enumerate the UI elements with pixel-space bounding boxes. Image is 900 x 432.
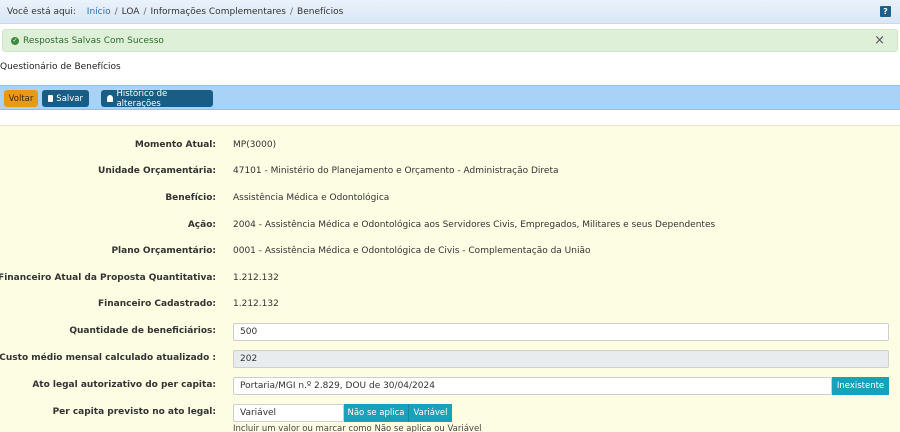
financeiro-cadastrado-value: 1.212.132 bbox=[233, 299, 279, 309]
beneficio-value: Assistência Médica e Odontológica bbox=[233, 193, 390, 203]
breadcrumb-item-beneficios: Benefícios bbox=[297, 6, 344, 17]
page-title: Questionário de Benefícios bbox=[0, 62, 121, 72]
momento-atual-value: MP(3000) bbox=[233, 140, 277, 150]
close-icon[interactable]: × bbox=[874, 34, 885, 48]
voltar-label: Voltar bbox=[8, 93, 34, 104]
ato-legal-input[interactable]: Portaria/MGI n.º 2.829, DOU de 30/04/202… bbox=[233, 377, 832, 395]
breadcrumb-item-inicio[interactable]: Início bbox=[87, 7, 111, 17]
nao-se-aplica-button[interactable]: Não se aplica bbox=[344, 404, 408, 422]
custo-medio-label: Custo médio mensal calculado atualizado … bbox=[0, 353, 216, 363]
ato-legal-label: Ato legal autorizativo do per capita: bbox=[32, 380, 216, 390]
unidade-value: 47101 - Ministério do Planejamento e Orç… bbox=[233, 166, 559, 176]
acao-value: 2004 - Assistência Médica e Odontológica… bbox=[233, 220, 716, 230]
check-circle-icon: ✓ bbox=[11, 36, 19, 45]
salvar-button[interactable]: Salvar bbox=[42, 90, 89, 107]
success-alert: ✓ Respostas Salvas Com Sucesso × bbox=[2, 29, 898, 52]
momento-atual-label: Momento Atual: bbox=[134, 140, 216, 150]
unidade-label: Unidade Orçamentária: bbox=[98, 166, 216, 176]
historico-label: Histórico de alterações bbox=[116, 88, 168, 109]
plano-label: Plano Orçamentário: bbox=[111, 246, 216, 256]
plano-value: 0001 - Assistência Médica e Odontológica… bbox=[233, 246, 591, 256]
salvar-label: Salvar bbox=[56, 93, 83, 104]
toolbar: Voltar Salvar Histórico de alterações bbox=[0, 85, 900, 110]
acao-label: Ação: bbox=[187, 220, 216, 230]
user-icon bbox=[107, 95, 114, 102]
breadcrumb-item-loa[interactable]: LOA bbox=[122, 7, 140, 17]
financeiro-atual-label: Financeiro Atual da Proposta Quantitativ… bbox=[0, 273, 216, 283]
breadcrumb: Você está aqui: Início / LOA / Informaçõ… bbox=[0, 0, 900, 24]
breadcrumb-item-informacoes[interactable]: Informações Complementares bbox=[151, 7, 287, 17]
help-icon[interactable]: ? bbox=[880, 6, 891, 17]
voltar-button[interactable]: Voltar bbox=[4, 90, 38, 107]
per-capita-help-text: Incluir um valor ou marcar como Não se a… bbox=[233, 424, 482, 432]
inexistente-button[interactable]: Inexistente bbox=[832, 377, 889, 395]
custo-medio-input: 202 bbox=[233, 350, 889, 368]
financeiro-atual-value: 1.212.132 bbox=[233, 273, 279, 283]
financeiro-cadastrado-label: Financeiro Cadastrado: bbox=[98, 299, 216, 309]
breadcrumb-prefix: Você está aqui bbox=[7, 6, 73, 17]
historico-button[interactable]: Histórico de alterações bbox=[101, 88, 213, 109]
per-capita-label: Per capita previsto no ato legal: bbox=[52, 407, 216, 417]
alert-message: Respostas Salvas Com Sucesso bbox=[23, 35, 164, 46]
quantidade-label: Quantidade de beneficiários: bbox=[69, 326, 216, 336]
beneficio-label: Benefício: bbox=[165, 193, 216, 203]
quantidade-input[interactable]: 500 bbox=[233, 323, 889, 341]
per-capita-input[interactable]: Variável bbox=[233, 404, 344, 422]
save-icon bbox=[48, 95, 54, 102]
variavel-button[interactable]: Variável bbox=[408, 404, 452, 422]
